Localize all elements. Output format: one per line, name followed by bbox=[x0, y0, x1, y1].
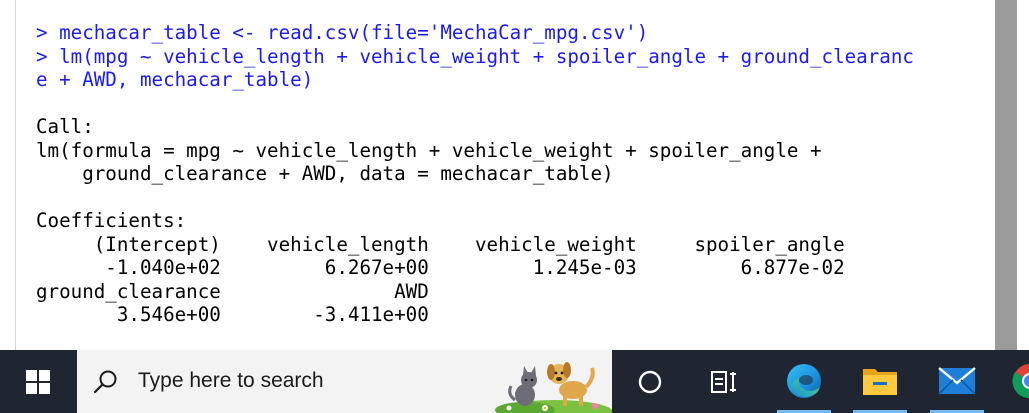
console-output: > mechacar_table <- read.csv(file='Mecha… bbox=[36, 21, 914, 327]
edge-icon bbox=[787, 364, 821, 398]
mail-button[interactable] bbox=[927, 350, 987, 413]
taskbar: Type here to search bbox=[0, 350, 1029, 413]
start-button[interactable] bbox=[0, 350, 76, 413]
window-edge bbox=[1017, 0, 1029, 350]
console-line: 3.546e+00 -3.411e+00 bbox=[36, 303, 452, 326]
task-view-icon bbox=[638, 370, 662, 394]
console-line: ground_clearance + AWD, data = mechacar_… bbox=[36, 162, 614, 185]
search-placeholder: Type here to search bbox=[138, 369, 324, 392]
chrome-button[interactable] bbox=[1004, 350, 1029, 413]
search-highlight-illustration-icon bbox=[495, 362, 612, 413]
mail-icon bbox=[938, 367, 976, 395]
widgets-button[interactable] bbox=[693, 350, 753, 413]
windows-logo-icon bbox=[26, 370, 50, 394]
console-line: ground_clearance AWD bbox=[36, 279, 452, 303]
chrome-icon bbox=[1012, 364, 1029, 398]
r-console[interactable]: > mechacar_table <- read.csv(file='Mecha… bbox=[0, 0, 1029, 350]
taskbar-search-box[interactable]: Type here to search bbox=[77, 350, 612, 413]
console-line: Call: bbox=[36, 115, 94, 138]
console-border bbox=[15, 0, 16, 350]
file-explorer-icon bbox=[863, 369, 897, 395]
console-line: lm(formula = mpg ~ vehicle_length + vehi… bbox=[36, 138, 834, 162]
console-line: Coefficients: bbox=[36, 209, 187, 232]
console-line: > mechacar_table <- read.csv(file='Mecha… bbox=[36, 21, 649, 44]
search-icon bbox=[93, 370, 117, 394]
console-line: -1.040e+02 6.267e+00 1.245e-03 6.877e-02 bbox=[36, 256, 868, 279]
desktop-screen: > mechacar_table <- read.csv(file='Mecha… bbox=[0, 0, 1029, 413]
console-scrollbar[interactable] bbox=[995, 0, 1017, 350]
console-line: e + AWD, mechacar_table) bbox=[36, 68, 314, 91]
task-view-button[interactable] bbox=[620, 350, 680, 413]
file-explorer-button[interactable] bbox=[850, 350, 910, 413]
widgets-icon bbox=[711, 371, 736, 393]
console-line: (Intercept) vehicle_length vehicle_weigh… bbox=[36, 232, 868, 256]
edge-button[interactable] bbox=[774, 350, 834, 413]
console-line: > lm(mpg ~ vehicle_length + vehicle_weig… bbox=[36, 44, 914, 68]
